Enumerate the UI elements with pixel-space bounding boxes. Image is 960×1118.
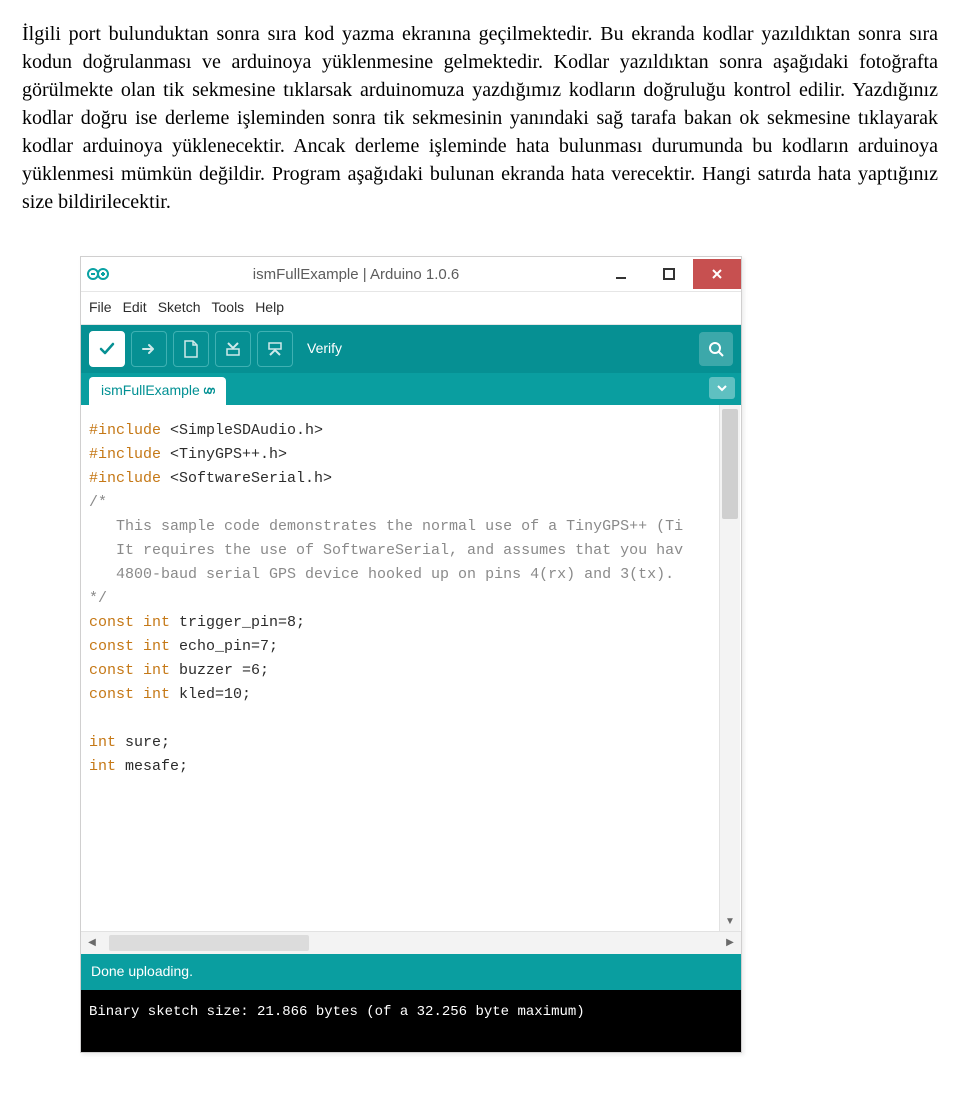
status-text: Done uploading.	[91, 962, 193, 982]
vertical-scrollbar[interactable]: ▲ ▼	[719, 405, 740, 932]
code-editor[interactable]: #include <SimpleSDAudio.h> #include <Tin…	[81, 405, 741, 931]
tab-chevron-icon: §	[200, 387, 220, 395]
editor-area: #include <SimpleSDAudio.h> #include <Tin…	[81, 405, 741, 954]
upload-button[interactable]	[131, 331, 167, 367]
status-bar: Done uploading.	[81, 954, 741, 990]
menubar: File Edit Sketch Tools Help	[81, 292, 741, 325]
scroll-down-icon[interactable]: ▼	[720, 912, 740, 932]
minimize-button[interactable]	[597, 259, 645, 289]
paragraph: İlgili port bulunduktan sonra sıra kod y…	[22, 20, 938, 216]
verify-button[interactable]	[89, 331, 125, 367]
console[interactable]: Binary sketch size: 21.866 bytes (of a 3…	[81, 990, 741, 1052]
window-controls	[597, 259, 741, 289]
horizontal-scroll-thumb[interactable]	[109, 935, 309, 951]
serial-monitor-button[interactable]	[699, 332, 733, 366]
menu-edit[interactable]: Edit	[123, 298, 147, 318]
menu-file[interactable]: File	[89, 298, 112, 318]
sketch-tab-name: ismFullExample	[101, 382, 200, 398]
toolbar-action-label: Verify	[307, 339, 342, 359]
close-button[interactable]	[693, 259, 741, 289]
open-button[interactable]	[215, 331, 251, 367]
new-button[interactable]	[173, 331, 209, 367]
console-line: Binary sketch size: 21.866 bytes (of a 3…	[89, 1000, 733, 1025]
vertical-scroll-thumb[interactable]	[722, 409, 738, 519]
window-title: ismFullExample | Arduino 1.0.6	[115, 264, 597, 285]
scroll-left-icon[interactable]: ◀	[81, 932, 103, 954]
scroll-right-icon[interactable]: ▶	[719, 932, 741, 954]
arduino-ide-window: ismFullExample | Arduino 1.0.6 File Edit…	[80, 256, 742, 1053]
menu-help[interactable]: Help	[255, 298, 284, 318]
toolbar: Verify	[81, 325, 741, 373]
horizontal-scrollbar[interactable]: ◀ ▶	[81, 931, 741, 954]
tabstrip: ismFullExample §	[81, 373, 741, 405]
maximize-button[interactable]	[645, 259, 693, 289]
sketch-tab[interactable]: ismFullExample §	[89, 377, 226, 405]
tab-dropdown-button[interactable]	[709, 377, 735, 399]
arduino-app-icon	[81, 257, 115, 291]
menu-sketch[interactable]: Sketch	[158, 298, 201, 318]
window-titlebar: ismFullExample | Arduino 1.0.6	[81, 257, 741, 292]
menu-tools[interactable]: Tools	[212, 298, 245, 318]
save-button[interactable]	[257, 331, 293, 367]
